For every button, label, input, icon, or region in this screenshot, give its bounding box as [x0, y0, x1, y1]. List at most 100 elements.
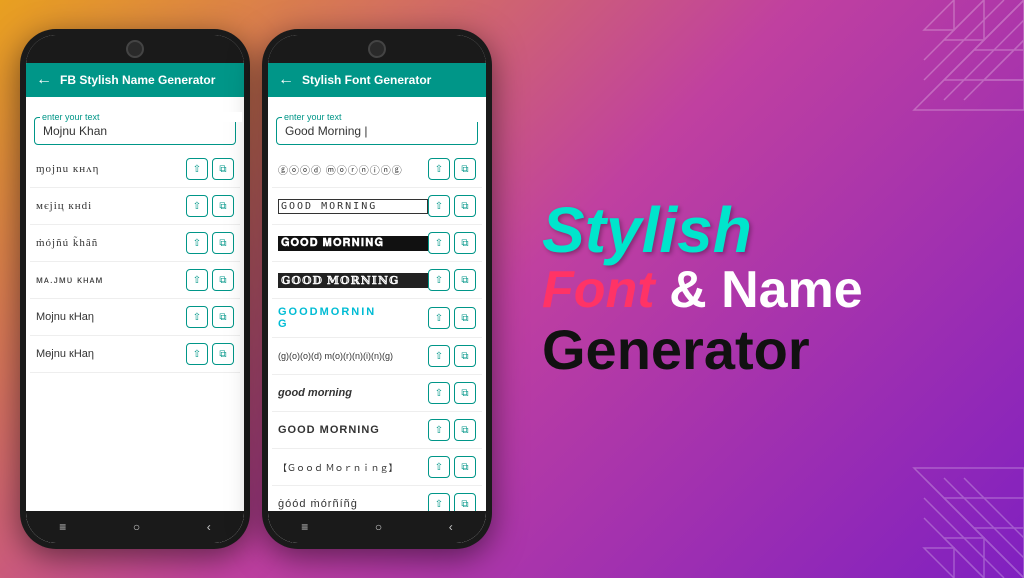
list-item: ġóód ṁórñíñġ ⇧ ⧉	[272, 486, 482, 511]
share-button[interactable]: ⇧	[428, 195, 450, 217]
text-content: GOOD MORNING	[278, 424, 428, 436]
item-actions: ⇧ ⧉	[428, 382, 476, 404]
text-content: ṁójñú k̃hâñ	[36, 237, 186, 249]
share-button[interactable]: ⇧	[428, 345, 450, 367]
tagline-font-name: Font & Name	[542, 262, 863, 319]
copy-button[interactable]: ⧉	[212, 343, 234, 365]
copy-button[interactable]: ⧉	[454, 232, 476, 254]
nav-home-button[interactable]: ○	[375, 520, 382, 534]
share-button[interactable]: ⇧	[186, 158, 208, 180]
item-actions: ⇧ ⧉	[428, 232, 476, 254]
share-button[interactable]: ⇧	[428, 456, 450, 478]
phone2-back-button[interactable]: ←	[278, 71, 294, 89]
phone1-top-bar	[26, 35, 244, 63]
share-button[interactable]: ⇧	[428, 232, 450, 254]
phone2: ← Stylish Font Generator enter your text…	[262, 29, 492, 549]
text-content: 【Ｇｏｏｄ Ｍｏｒｎｉｎｇ】	[278, 461, 428, 474]
phone2-input-label: enter your text	[282, 112, 484, 122]
phone1: ← FB Stylish Name Generator enter your t…	[20, 29, 250, 549]
phone1-list: ɱojnu кнʌη ⇧ ⧉ мєjiц кнdi ⇧ ⧉ ṁójñú k̃hâ…	[26, 151, 244, 511]
item-actions: ⇧ ⧉	[428, 456, 476, 478]
phone1-input-area: enter your text Mojnu Khan	[26, 97, 244, 151]
phone1-back-button[interactable]: ←	[36, 71, 52, 89]
list-item: GOODMORNING ⇧ ⧉	[272, 299, 482, 338]
nav-home-button[interactable]: ○	[133, 520, 140, 534]
copy-button[interactable]: ⧉	[212, 158, 234, 180]
tagline-stylish: Stylish	[542, 198, 752, 262]
copy-button[interactable]: ⧉	[212, 232, 234, 254]
share-button[interactable]: ⇧	[186, 306, 208, 328]
copy-button[interactable]: ⧉	[454, 456, 476, 478]
share-button[interactable]: ⇧	[186, 269, 208, 291]
copy-button[interactable]: ⧉	[454, 345, 476, 367]
text-content: GOODMORNING	[278, 306, 428, 330]
list-item: Mөjnu кHaη ⇧ ⧉	[30, 336, 240, 373]
item-actions: ⇧ ⧉	[428, 345, 476, 367]
phone2-input-area: enter your text Good Morning |	[268, 97, 486, 151]
phone2-header: ← Stylish Font Generator	[268, 63, 486, 97]
copy-button[interactable]: ⧉	[454, 419, 476, 441]
item-actions: ⇧ ⧉	[186, 269, 234, 291]
copy-button[interactable]: ⧉	[454, 158, 476, 180]
copy-button[interactable]: ⧉	[454, 307, 476, 329]
nav-menu-button[interactable]: ≡	[301, 520, 308, 534]
share-button[interactable]: ⇧	[428, 382, 450, 404]
share-button[interactable]: ⇧	[428, 269, 450, 291]
copy-button[interactable]: ⧉	[212, 306, 234, 328]
share-button[interactable]: ⇧	[186, 343, 208, 365]
tagline-and-name-text: & Name	[669, 261, 863, 319]
list-item: GOOD MORNING ⇧ ⧉	[272, 188, 482, 225]
item-actions: ⇧ ⧉	[428, 419, 476, 441]
share-button[interactable]: ⇧	[428, 419, 450, 441]
share-button[interactable]: ⇧	[428, 307, 450, 329]
copy-button[interactable]: ⧉	[212, 269, 234, 291]
camera-bump-2	[368, 40, 386, 58]
list-item: 【Ｇｏｏｄ Ｍｏｒｎｉｎｇ】 ⇧ ⧉	[272, 449, 482, 486]
list-item: мєjiц кнdi ⇧ ⧉	[30, 188, 240, 225]
text-content: ᴍᴀ.ᴊᴍᴜ ᴋʜᴀᴍ	[36, 275, 186, 286]
list-item: ɱojnu кнʌη ⇧ ⧉	[30, 151, 240, 188]
phone1-header: ← FB Stylish Name Generator	[26, 63, 244, 97]
phone1-nav: ≡ ○ ‹	[26, 511, 244, 543]
item-actions: ⇧ ⧉	[186, 306, 234, 328]
phone1-input-label: enter your text	[40, 112, 242, 122]
text-content: ⓖⓞⓞⓓ ⓜⓞⓡⓝⓘⓝⓖ	[278, 162, 428, 177]
copy-button[interactable]: ⧉	[454, 195, 476, 217]
share-button[interactable]: ⇧	[186, 232, 208, 254]
text-content: Mөjnu кHaη	[36, 348, 186, 360]
share-button[interactable]: ⇧	[186, 195, 208, 217]
share-button[interactable]: ⇧	[428, 493, 450, 511]
camera-bump-1	[126, 40, 144, 58]
text-content: 𝐆𝐎𝐎𝐃 𝐌𝐎𝐑𝐍𝐈𝐍𝐆	[278, 236, 428, 251]
item-actions: ⇧ ⧉	[428, 269, 476, 291]
tagline-font-text: Font	[542, 261, 655, 319]
list-item: (g)(o)(o)(d) m(o)(r)(n)(i)(n)(g) ⇧ ⧉	[272, 338, 482, 375]
list-item: GOOD MORNING ⇧ ⧉	[272, 412, 482, 449]
item-actions: ⇧ ⧉	[428, 493, 476, 511]
phone2-title: Stylish Font Generator	[302, 73, 431, 87]
phone1-title: FB Stylish Name Generator	[60, 73, 215, 87]
item-actions: ⇧ ⧉	[186, 195, 234, 217]
list-item: ⓖⓞⓞⓓ ⓜⓞⓡⓝⓘⓝⓖ ⇧ ⧉	[272, 151, 482, 188]
text-content: мєjiц кнdi	[36, 200, 186, 212]
nav-back-button[interactable]: ‹	[207, 520, 211, 534]
copy-button[interactable]: ⧉	[212, 195, 234, 217]
phone2-nav: ≡ ○ ‹	[268, 511, 486, 543]
copy-button[interactable]: ⧉	[454, 382, 476, 404]
phone2-list: ⓖⓞⓞⓓ ⓜⓞⓡⓝⓘⓝⓖ ⇧ ⧉ GOOD MORNING ⇧ ⧉	[268, 151, 486, 511]
share-button[interactable]: ⇧	[428, 158, 450, 180]
tagline-section: Stylish Font & Name Generator	[512, 178, 1024, 401]
item-actions: ⇧ ⧉	[428, 307, 476, 329]
text-content: ɱojnu кнʌη	[36, 163, 186, 175]
list-item: ṁójñú k̃hâñ ⇧ ⧉	[30, 225, 240, 262]
nav-back-button[interactable]: ‹	[449, 520, 453, 534]
list-item: ᴍᴀ.ᴊᴍᴜ ᴋʜᴀᴍ ⇧ ⧉	[30, 262, 240, 299]
item-actions: ⇧ ⧉	[428, 158, 476, 180]
copy-button[interactable]: ⧉	[454, 493, 476, 511]
nav-menu-button[interactable]: ≡	[59, 520, 66, 534]
item-actions: ⇧ ⧉	[186, 158, 234, 180]
text-content: ġóód ṁórñíñġ	[278, 498, 428, 510]
text-content: (g)(o)(o)(d) m(o)(r)(n)(i)(n)(g)	[278, 351, 428, 361]
item-actions: ⇧ ⧉	[186, 232, 234, 254]
copy-button[interactable]: ⧉	[454, 269, 476, 291]
